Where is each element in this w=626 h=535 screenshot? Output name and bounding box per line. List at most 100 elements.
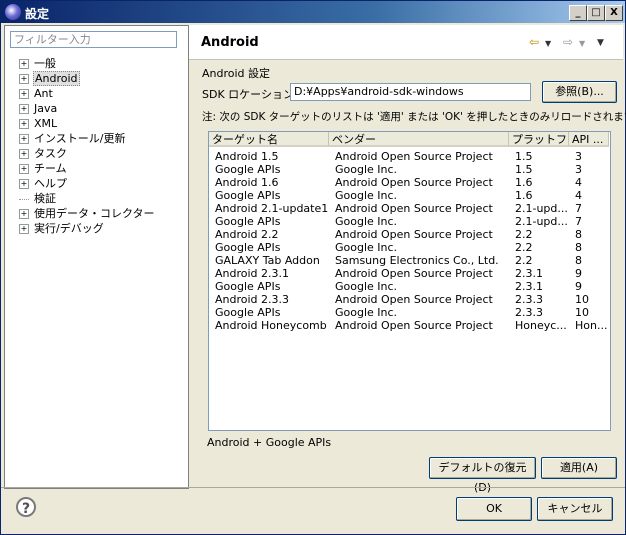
table-cell: 7 [575,202,582,215]
table-row[interactable]: Google APIs Google Inc. 2.3.3 10 [209,306,610,319]
view-menu-icon[interactable]: ▼ [597,38,604,48]
tree-item-label: Ant [34,87,53,100]
expand-icon[interactable]: + [19,89,29,99]
expand-icon[interactable]: + [19,179,29,189]
table-cell: 9 [575,280,582,293]
filter-input[interactable]: フィルター入力 [10,31,177,48]
table-cell: 1.6 [515,176,533,189]
tree-item[interactable]: + Android [19,71,156,86]
tree-item[interactable]: + ヘルプ [19,176,156,191]
table-row[interactable]: Google APIs Google Inc. 2.2 8 [209,241,610,254]
browse-button[interactable]: 参照(B)... [542,81,617,103]
table-cell: 2.2 [515,228,533,241]
tree-item[interactable]: + インストール/更新 [19,131,156,146]
column-api-level[interactable]: API ... [569,132,609,147]
table-cell: Android Honeycomb ... [215,319,331,332]
table-cell: Android Open Source Project [335,267,493,280]
table-cell: Google APIs [215,280,281,293]
tree-item[interactable]: + Java [19,101,156,116]
table-row[interactable]: Android 2.3.3 Android Open Source Project… [209,293,610,306]
table-row[interactable]: GALAXY Tab Addon Samsung Electronics Co.,… [209,254,610,267]
tree-item-label: ヘルプ [34,177,67,190]
restore-defaults-button[interactable]: デフォルトの復元(D) [429,457,536,494]
tree-item-label: Android [33,71,80,86]
table-row[interactable]: Android 1.5 Android Open Source Project 1.… [209,150,610,163]
table-cell: 8 [575,241,582,254]
table-cell: Google APIs [215,189,281,202]
table-row[interactable]: Google APIs Google Inc. 2.3.1 9 [209,280,610,293]
column-target-name[interactable]: ターゲット名 [209,132,329,147]
table-cell: Google Inc. [335,280,398,293]
table-cell: 2.3.3 [515,306,543,319]
minimize-button[interactable]: _ [569,5,587,21]
column-platform[interactable]: プラットフ... [509,132,569,147]
expand-icon[interactable]: + [19,59,29,69]
expand-icon[interactable]: + [19,74,29,84]
forward-arrow-icon[interactable]: ⇨ [563,35,573,49]
table-row[interactable]: Android 2.1-update1 Android Open Source P… [209,202,610,215]
table-row[interactable]: Android 1.6 Android Open Source Project 1.… [209,176,610,189]
tree-item[interactable]: + 一般 [19,56,156,71]
tree-line [19,198,29,200]
tree-item[interactable]: + タスク [19,146,156,161]
table-cell: 2.2 [515,254,533,267]
expand-icon[interactable]: + [19,149,29,159]
reload-note: 注: 次の SDK ターゲットのリストは '適用' または 'OK' を押したと… [202,111,626,123]
help-icon[interactable]: ? [16,497,36,517]
tree-item-label: 使用データ・コレクター [34,207,155,220]
expand-icon[interactable]: + [19,209,29,219]
forward-menu-chevron-icon[interactable]: ▼ [579,39,585,48]
back-menu-chevron-icon[interactable]: ▼ [545,39,551,48]
table-cell: Android 2.3.1 [215,267,290,280]
preference-tree: + 一般 + Android + Ant + Java + XML + インストール/更新 + タスク + チ… [19,56,156,236]
expand-icon[interactable]: + [19,134,29,144]
sdk-location-label: SDK ロケーション: [202,88,298,101]
cancel-button[interactable]: キャンセル [537,497,613,521]
preferences-window: 設定 _ □ X フィルター入力 + 一般 + Android + Ant + Java + XM… [0,0,626,535]
tree-item[interactable]: + Ant [19,86,156,101]
table-cell: Android Open Source Project [335,293,493,306]
expand-icon[interactable]: + [19,119,29,129]
table-row[interactable]: Android Honeycomb ... Android Open Source… [209,319,610,332]
tree-item[interactable]: 検証 [19,191,156,206]
table-cell: 2.3.1 [515,267,543,280]
table-cell: Android 2.1-update1 [215,202,329,215]
sdk-location-input[interactable]: D:¥Apps¥android-sdk-windows [290,83,531,101]
tree-item[interactable]: + チーム [19,161,156,176]
table-row[interactable]: Android 2.3.1 Android Open Source Project… [209,267,610,280]
title-bar[interactable]: 設定 _ □ X [1,1,625,23]
table-row[interactable]: Android 2.2 Android Open Source Project 2.… [209,228,610,241]
table-row[interactable]: Google APIs Google Inc. 1.6 4 [209,189,610,202]
column-vendor[interactable]: ベンダー [329,132,509,147]
apply-button[interactable]: 適用(A) [541,457,617,479]
section-label: Android 設定 [202,67,271,80]
table-cell: Android 1.6 [215,176,279,189]
tree-item[interactable]: + 実行/デバッグ [19,221,156,236]
close-button[interactable]: X [605,5,623,21]
table-cell: 4 [575,189,582,202]
tree-item[interactable]: + XML [19,116,156,131]
table-cell: Samsung Electronics Co., Ltd. [335,254,499,267]
tree-item-label: 一般 [34,57,56,70]
expand-icon[interactable]: + [19,104,29,114]
table-cell: Google APIs [215,215,281,228]
table-row[interactable]: Google APIs Google Inc. 2.1-upd... 7 [209,215,610,228]
page-title: Android [201,35,259,50]
selected-target-description: Android + Google APIs [207,436,332,449]
maximize-button[interactable]: □ [587,5,605,21]
table-cell: 3 [575,163,582,176]
window-title: 設定 [25,7,50,21]
back-arrow-icon[interactable]: ⇦ [529,35,539,49]
sdk-target-table[interactable]: ターゲット名 ベンダー プラットフ... API ... Android 1.5… [208,131,611,431]
table-cell: 4 [575,176,582,189]
expand-icon[interactable]: + [19,164,29,174]
table-cell: 1.6 [515,189,533,202]
table-cell: Google Inc. [335,189,398,202]
tree-item-label: インストール/更新 [34,132,126,145]
table-cell: 2.2 [515,241,533,254]
table-row[interactable]: Google APIs Google Inc. 1.5 3 [209,163,610,176]
table-cell: 3 [575,150,582,163]
ok-button[interactable]: OK [456,497,532,521]
expand-icon[interactable]: + [19,224,29,234]
tree-item[interactable]: + 使用データ・コレクター [19,206,156,221]
